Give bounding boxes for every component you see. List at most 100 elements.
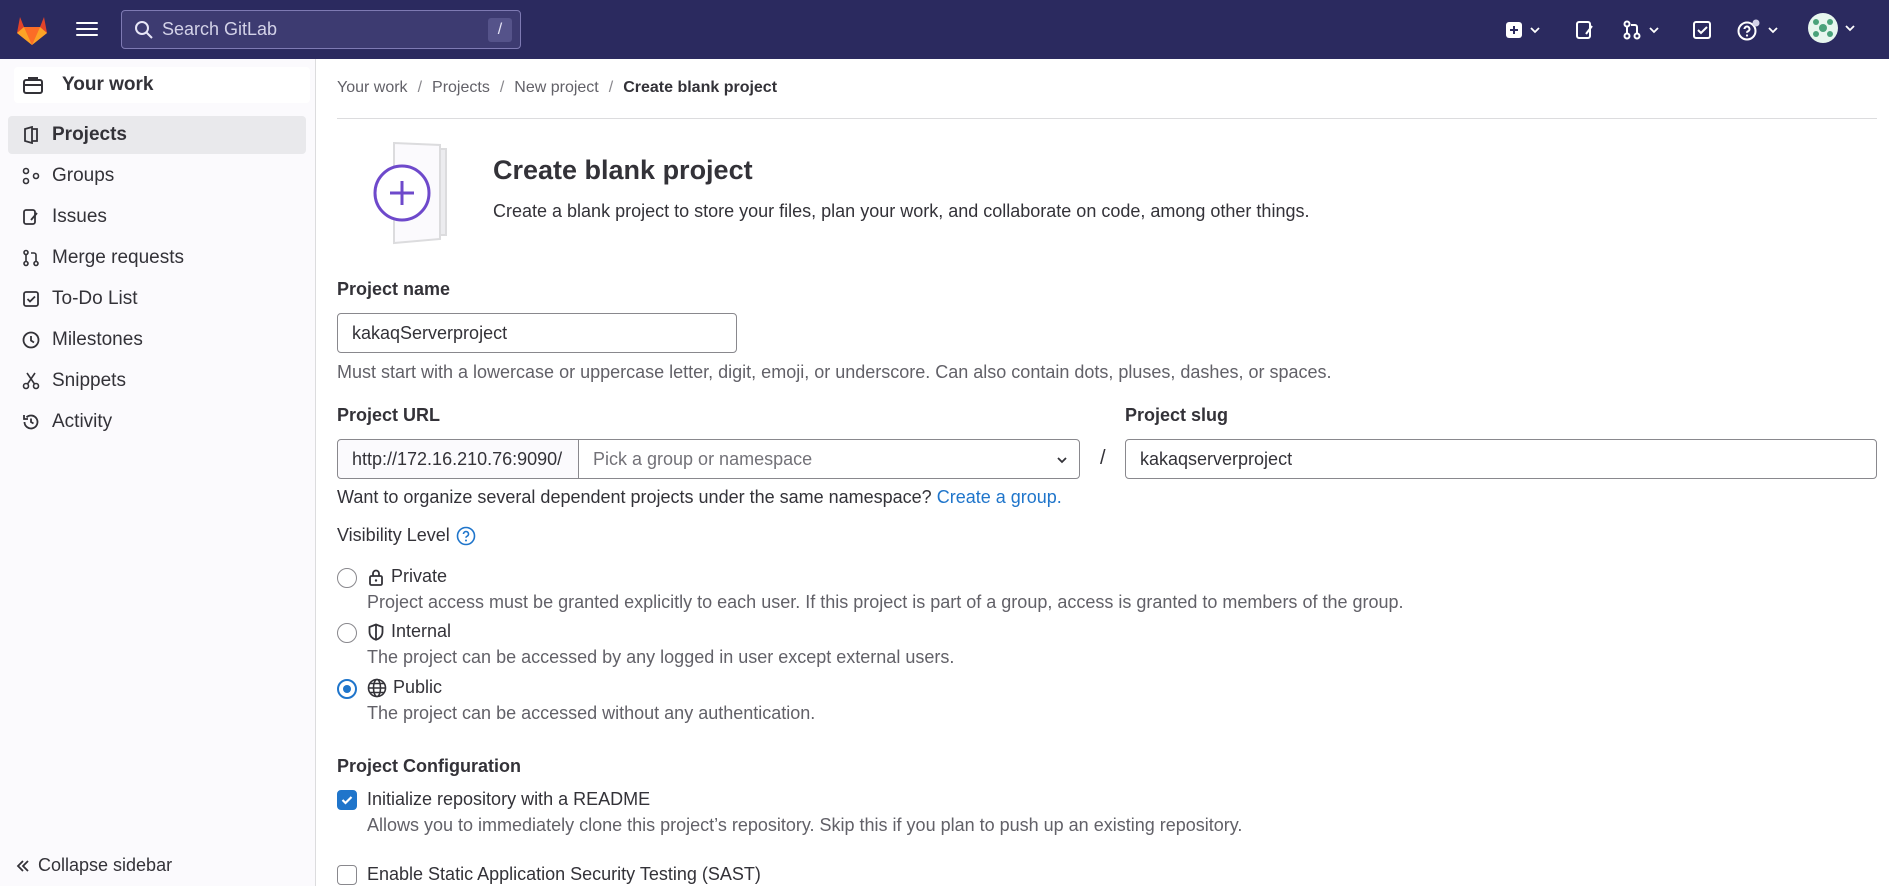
sidebar-item-groups[interactable]: Groups [8,157,306,195]
sast-checkbox[interactable] [337,865,357,885]
chevron-down-icon [1845,25,1855,32]
project-name-input[interactable]: kakaqServerproject [337,313,737,353]
project-icon [24,126,38,144]
sidebar-item-merge-requests[interactable]: Merge requests [8,239,306,277]
sidebar-item-label: Groups [52,165,115,186]
visibility-option-label: Internal [391,621,452,641]
breadcrumb-projects[interactable]: Projects [432,79,490,97]
project-slug-label: Project slug [1125,405,1229,425]
page-title: Create blank project [493,155,753,185]
readme-checkbox[interactable] [337,790,357,810]
sidebar-item-label: Merge requests [52,247,185,268]
breadcrumb-new-project[interactable]: New project [514,79,598,97]
sidebar-item-issues[interactable]: Issues [8,198,306,236]
history-icon [23,414,39,430]
create-group-link[interactable]: Create a group. [937,487,1062,507]
merge-request-icon [23,249,39,267]
search-icon [135,21,153,39]
visibility-internal-description: The project can be accessed by any logge… [367,647,955,667]
gitlab-logo-icon[interactable] [13,11,51,47]
briefcase-icon [23,77,43,94]
search-input[interactable]: Search GitLab / [121,10,521,49]
project-configuration-label: Project Configuration [337,756,521,776]
search-shortcut-badge: / [488,18,512,42]
sidebar-context-header[interactable]: Your work [14,67,310,103]
project-url-prefix: http://172.16.210.76:9090/ [337,439,579,479]
breadcrumb-separator: / [499,79,505,96]
readme-help: Allows you to immediately clone this pro… [367,815,1243,835]
breadcrumb-separator: / [608,79,614,96]
issues-icon [23,209,38,225]
page-description: Create a blank project to store your fil… [493,201,1310,221]
visibility-public-description: The project can be accessed without any … [367,703,816,723]
sidebar-item-label: Projects [52,124,127,145]
visibility-public-option[interactable]: Public [367,677,442,698]
lock-icon [369,569,383,586]
merge-requests-dropdown[interactable] [1622,16,1660,44]
project-slug-input[interactable]: kakaqserverproject [1125,439,1877,479]
project-url-label: Project URL [337,405,441,425]
todo-icon [1693,21,1711,39]
help-icon [1737,19,1760,41]
namespace-help-text: Want to organize several dependent proje… [337,487,932,507]
double-chevron-left-icon [16,859,29,872]
project-name-help: Must start with a lowercase or uppercase… [337,362,1332,382]
chevron-down-icon [1530,27,1540,34]
sidebar: Your work Projects Groups Issues Merge r… [0,59,316,886]
group-icon [22,167,40,185]
merge-request-icon [1623,20,1641,40]
chevron-down-icon [1057,457,1067,464]
sidebar-item-label: To-Do List [52,288,138,309]
visibility-private-option[interactable]: Private [367,566,447,587]
readme-label[interactable]: Initialize repository with a README [367,789,650,810]
clock-icon [22,331,40,349]
collapse-sidebar-button[interactable]: Collapse sidebar [16,855,172,876]
url-separator: / [1100,447,1106,469]
project-name-label: Project name [337,279,451,299]
sidebar-item-snippets[interactable]: Snippets [8,362,306,400]
avatar [1808,13,1838,43]
sidebar-item-label: Issues [52,206,107,227]
blank-project-illustration [373,141,447,245]
breadcrumb-your-work[interactable]: Your work [337,79,408,97]
chevron-down-icon [1649,27,1659,34]
issues-nav-button[interactable] [1575,16,1595,44]
namespace-help: Want to organize several dependent proje… [337,487,1062,508]
help-dropdown[interactable] [1737,16,1779,44]
visibility-internal-option[interactable]: Internal [367,621,451,642]
visibility-private-description: Project access must be granted explicitl… [367,592,1404,612]
sast-label[interactable]: Enable Static Application Security Testi… [367,864,761,885]
visibility-level-label: Visibility Level [337,525,450,545]
visibility-internal-radio[interactable] [337,623,357,643]
sidebar-item-todo-list[interactable]: To-Do List [8,280,306,318]
plus-square-icon [1506,22,1522,38]
namespace-placeholder: Pick a group or namespace [593,448,813,469]
todo-nav-button[interactable] [1692,16,1712,44]
user-menu-dropdown[interactable] [1808,13,1856,43]
scissors-icon [22,372,40,390]
sidebar-item-milestones[interactable]: Milestones [8,321,306,359]
sidebar-item-label: Snippets [52,370,126,391]
check-icon [341,796,353,805]
issues-icon [1576,21,1593,39]
header-divider [337,118,1877,119]
breadcrumb-current[interactable]: Create blank project [623,79,777,97]
visibility-level-heading: Visibility Level [337,525,476,546]
create-new-dropdown[interactable] [1505,16,1541,44]
help-icon[interactable] [456,526,476,546]
collapse-sidebar-label: Collapse sidebar [38,855,173,875]
sidebar-item-label: Milestones [52,329,143,350]
sidebar-context-label: Your work [62,74,154,95]
main-content: Your work / Projects / New project / Cre… [337,59,1877,886]
visibility-public-radio[interactable] [337,679,357,699]
visibility-private-radio[interactable] [337,568,357,588]
chevron-down-icon [1768,27,1778,34]
todo-icon [23,291,39,307]
breadcrumb-separator: / [417,79,423,96]
visibility-option-label: Private [391,566,448,586]
sidebar-item-activity[interactable]: Activity [8,403,306,441]
menu-icon[interactable] [74,16,100,42]
breadcrumb: Your work / Projects / New project / Cre… [337,79,777,97]
namespace-select[interactable]: Pick a group or namespace [578,439,1080,479]
sidebar-item-projects[interactable]: Projects [8,116,306,154]
